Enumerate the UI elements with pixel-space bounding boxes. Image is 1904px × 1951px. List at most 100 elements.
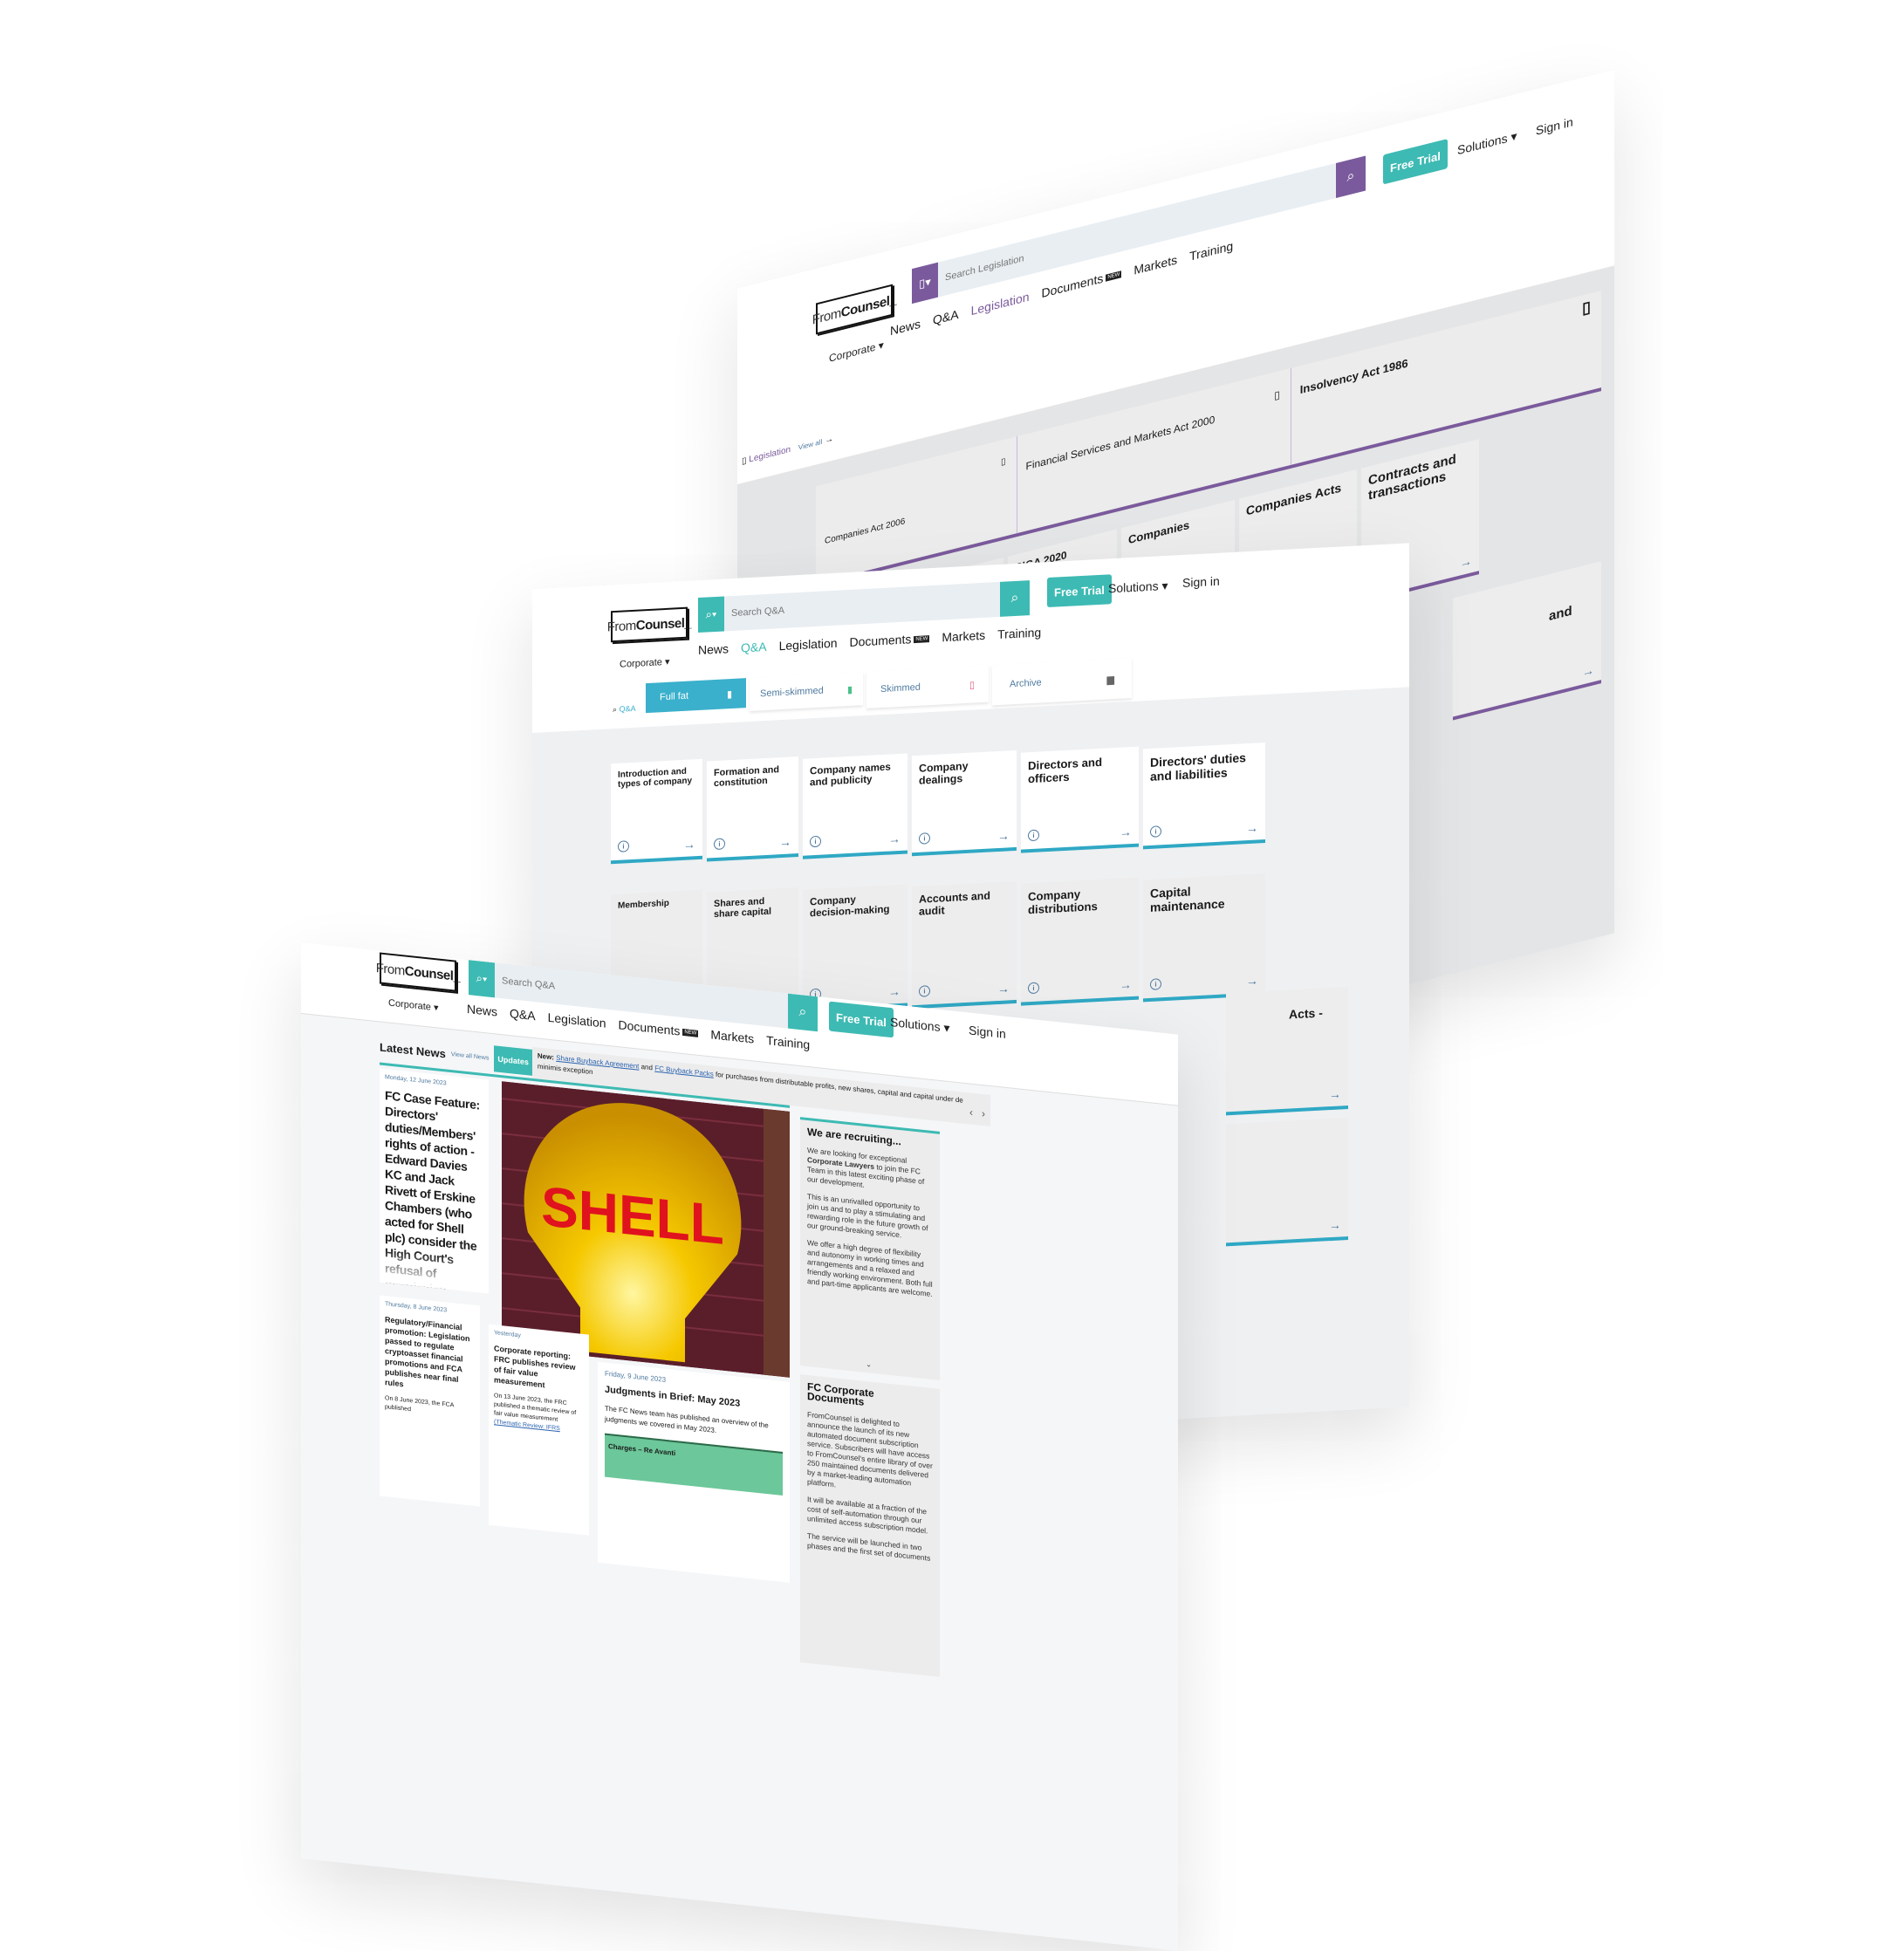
topic-card[interactable]: Accounts and audit i → (912, 880, 1017, 1010)
nav-news[interactable]: News (698, 641, 729, 657)
arrow-right-icon[interactable]: → (888, 984, 901, 999)
nav-training[interactable]: Training (997, 625, 1041, 641)
arrow-right-icon[interactable]: → (1246, 973, 1258, 988)
card-footer: → (1233, 1217, 1341, 1236)
card-footer: i→ (618, 837, 695, 855)
card-footer: → (1233, 1086, 1341, 1106)
tab-full-fat[interactable]: Full fat ▮ (646, 678, 746, 714)
card-bar (1021, 996, 1139, 1006)
topic-card-title: Companies (1128, 517, 1190, 547)
card-bar (1021, 843, 1139, 853)
article-card[interactable]: Friday, 9 June 2023 Judgments in Brief: … (598, 1361, 790, 1583)
info-icon[interactable]: i (810, 835, 821, 848)
topic-card[interactable]: Directors' duties and liabilities i → (1143, 742, 1265, 850)
article-date: Thursday, 8 June 2023 (385, 1301, 448, 1314)
card-bar (611, 855, 702, 865)
search-icon[interactable]: ⌕ (788, 993, 818, 1032)
topic-card[interactable]: Company decision-making i → (803, 884, 907, 1012)
article-card[interactable]: Yesterday Corporate reporting: FRC publi… (489, 1324, 589, 1536)
free-trial-button[interactable]: Free Trial (1047, 574, 1112, 608)
ticker-prev-icon[interactable]: ‹ (969, 1106, 973, 1119)
tab-skimmed[interactable]: Skimmed ▯ (866, 665, 989, 709)
ticker-link[interactable]: FC Buyback Packs (654, 1064, 714, 1078)
latest-news-heading: Latest News (380, 1039, 446, 1060)
logo-from: From (375, 960, 405, 978)
card-footer: i→ (1028, 825, 1132, 844)
topic-card[interactable]: Formation and constitution i → (707, 756, 798, 862)
arrow-right-icon[interactable]: → (779, 834, 791, 849)
view-all-news-link[interactable]: View all News (451, 1051, 489, 1062)
card-footer: i→ (919, 828, 1010, 846)
info-icon[interactable]: i (919, 832, 930, 845)
topic-card-title: Formation and constitution (714, 764, 779, 790)
info-icon[interactable]: i (618, 840, 629, 852)
info-icon[interactable]: i (1028, 829, 1039, 842)
arrow-right-icon[interactable]: → (1120, 977, 1132, 992)
topic-card[interactable]: Company dealings i → (912, 750, 1017, 857)
sign-in-link[interactable]: Sign in (1182, 574, 1220, 590)
topic-card[interactable]: Company distributions i → (1021, 877, 1139, 1006)
topic-card[interactable]: Directors and officers i → (1021, 746, 1139, 853)
search-mode-icon[interactable]: ⌕▾ (469, 960, 495, 998)
related-item-box[interactable]: Charges – Re Avanti (605, 1433, 783, 1496)
recruiting-text: This is an unrivalled opportunity to joi… (807, 1191, 928, 1240)
search-icon[interactable]: ⌕ (1000, 580, 1030, 617)
search-icon: ⌕ (613, 704, 618, 715)
arrow-right-icon[interactable]: → (1460, 553, 1472, 570)
solutions-menu[interactable]: Solutions ▾ (1108, 578, 1168, 597)
logo-counsel: Counsel_ (404, 962, 461, 984)
info-icon[interactable]: i (919, 985, 930, 997)
milk-bottle-icon: ▯ (969, 679, 975, 691)
new-badge: NEW (914, 635, 930, 644)
card-bar (803, 850, 907, 859)
info-icon[interactable]: i (714, 838, 725, 851)
nav-qa[interactable]: Q&A (741, 640, 767, 655)
feature-article[interactable]: Monday, 12 June 2023 FC Case Feature: Di… (380, 1068, 489, 1294)
search-mode-icon[interactable]: ⌕▾ (698, 596, 724, 633)
tab-label: Skimmed (880, 681, 921, 695)
arrow-right-icon[interactable]: → (1120, 825, 1132, 839)
arrow-right-icon[interactable]: → (1246, 820, 1258, 835)
arrow-right-icon[interactable]: → (683, 837, 695, 852)
card-footer: i→ (1028, 977, 1132, 996)
topic-card[interactable]: → (1226, 1117, 1348, 1247)
featured-act-title: Financial Services and Markets Act 2000 (1025, 413, 1216, 473)
phone-icon: ▯ (1582, 298, 1591, 318)
topic-card[interactable]: and → (1453, 561, 1601, 721)
topic-card-title: Directors and officers (1028, 755, 1103, 786)
topic-card-title: Company dealings (919, 759, 969, 787)
fromcounsel-logo[interactable]: From Counsel_ (607, 606, 691, 643)
arrow-right-icon[interactable]: → (997, 828, 1010, 843)
topic-card[interactable]: Company names and publicity i → (803, 753, 907, 859)
logo-counsel: Counsel_ (635, 614, 692, 633)
chevron-down-icon[interactable]: ⌄ (866, 1359, 872, 1370)
info-icon[interactable]: i (1150, 978, 1161, 990)
news-page-layer: FromCounsel_ ⌕▾ ⌕ Free Trial Solutions ▾… (301, 942, 1178, 1951)
topic-card[interactable]: Capital maintenance i → (1143, 873, 1265, 1003)
new-badge: NEW (1106, 270, 1122, 282)
tab-semi-skimmed[interactable]: Semi-skimmed ▮ (750, 672, 863, 711)
topic-card[interactable]: Acts - → (1226, 986, 1348, 1116)
info-icon[interactable]: i (1028, 982, 1039, 995)
card-footer: i→ (1150, 820, 1258, 839)
ticker-next-icon[interactable]: › (982, 1107, 985, 1119)
nav-markets[interactable]: Markets (942, 628, 985, 645)
info-icon[interactable]: i (1150, 825, 1161, 838)
article-card[interactable]: Thursday, 8 June 2023 Regulatory/Financi… (380, 1295, 480, 1507)
arrow-right-icon[interactable]: → (888, 832, 901, 846)
topic-card-title: Shares and share capital (714, 896, 772, 921)
topic-card[interactable]: Introduction and types of company i → (611, 758, 702, 865)
search-icon[interactable]: ⌕ (1336, 155, 1366, 198)
featured-act-title: Companies Act 2006 (825, 517, 906, 547)
tab-label: Semi-skimmed (760, 685, 824, 700)
tab-archive[interactable]: Archive ▆ (992, 657, 1132, 706)
topic-card-title: Company names and publicity (810, 761, 891, 789)
milk-bottle-icon: ▮ (726, 688, 732, 700)
nav-qa[interactable]: Q&A (510, 1006, 536, 1023)
arrow-right-icon: → (1582, 662, 1594, 680)
recruiting-text: We offer a high degree of flexibility an… (807, 1237, 933, 1299)
arrow-right-icon[interactable]: → (997, 981, 1010, 996)
featured-act-title: Insolvency Act 1986 (1299, 356, 1408, 397)
card-footer: i→ (810, 832, 901, 850)
search-mode-phone-icon[interactable]: ▯▾ (912, 262, 938, 305)
